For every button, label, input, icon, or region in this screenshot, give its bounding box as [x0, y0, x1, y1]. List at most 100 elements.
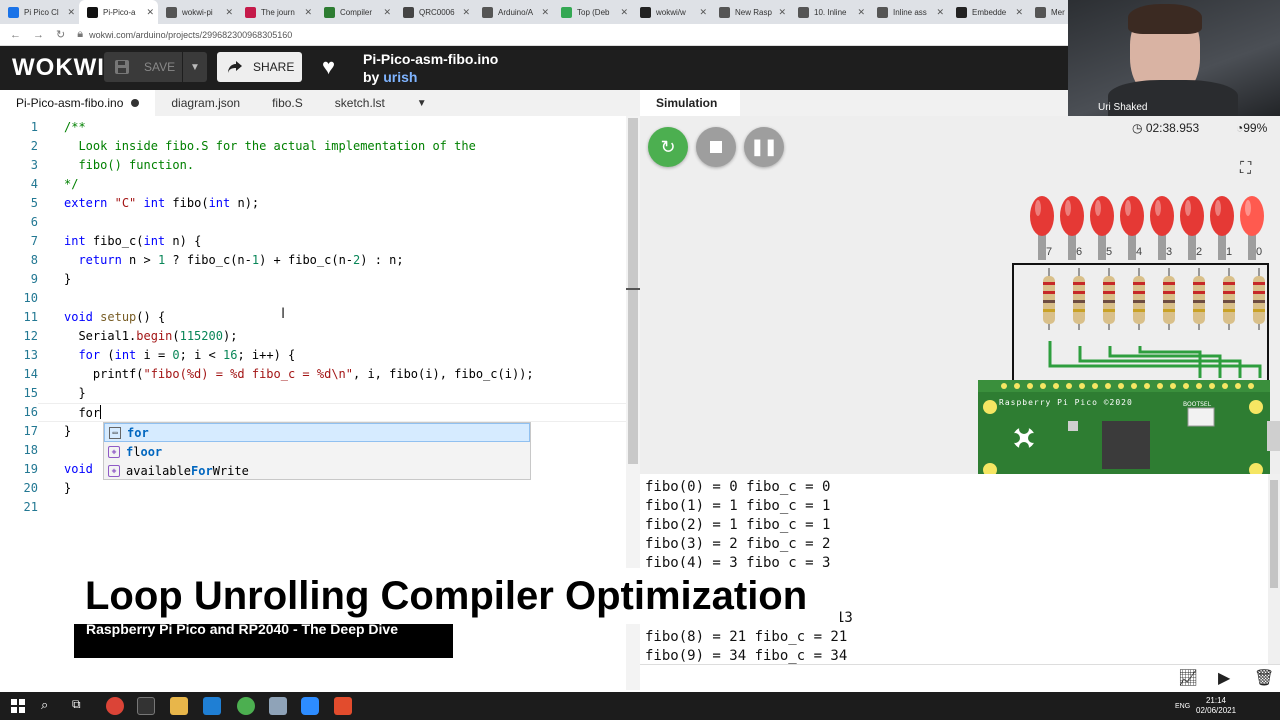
close-icon[interactable]: ✕	[462, 7, 470, 18]
folder-icon[interactable]	[170, 697, 188, 715]
tab-main-ino[interactable]: Pi-Pico-asm-fibo.ino	[0, 90, 156, 116]
browser-tab[interactable]: Top (Deb ✕	[553, 0, 632, 24]
terminal-icon[interactable]	[137, 697, 155, 715]
close-icon[interactable]: ✕	[146, 7, 154, 18]
chrome-icon[interactable]	[106, 697, 124, 715]
browser-tab-active[interactable]: Pi-Pico-a ✕	[79, 0, 158, 24]
board-pin	[1014, 383, 1020, 389]
board-pin	[1157, 383, 1163, 389]
stop-button[interactable]	[696, 127, 736, 167]
serial-scrollbar-thumb[interactable]	[1270, 480, 1278, 588]
tab-sketch-lst[interactable]: sketch.lst	[319, 90, 401, 116]
line-number: 6	[30, 215, 38, 229]
fullscreen-icon[interactable]: ⛶	[1240, 160, 1262, 182]
line-number: 5	[30, 196, 38, 210]
cube-icon: ◈	[108, 445, 120, 458]
clock-icon: ◷	[1132, 121, 1143, 135]
serial-line: fibo(1) = 1 fibo_c = 1	[645, 498, 831, 514]
close-icon[interactable]: ✕	[620, 7, 628, 18]
author-link[interactable]: urish	[383, 69, 417, 85]
led-pin-label: 3	[1166, 246, 1173, 258]
line-number: 12	[23, 329, 38, 343]
app-icon[interactable]	[334, 697, 352, 715]
browser-tab[interactable]: Embedde ✕	[948, 0, 1027, 24]
search-icon[interactable]: ⌕	[41, 697, 48, 713]
pause-button[interactable]: ❚❚	[744, 127, 784, 167]
browser-tab[interactable]: wokwi/w ✕	[632, 0, 711, 24]
board-pin	[1066, 383, 1072, 389]
url-field[interactable]: wokwi.com/arduino/projects/2996823009683…	[89, 30, 292, 40]
forward-icon[interactable]: →	[33, 29, 44, 41]
resistor	[1223, 268, 1235, 330]
task-view-icon[interactable]: ⧉	[72, 697, 81, 712]
board-pin	[1053, 383, 1059, 389]
close-icon[interactable]: ✕	[225, 7, 233, 18]
windows-start-icon[interactable]	[11, 699, 25, 713]
close-icon[interactable]: ✕	[778, 7, 786, 18]
browser-tab[interactable]: QRC0006 ✕	[395, 0, 474, 24]
cube-icon: ◈	[108, 464, 120, 477]
vscode-icon[interactable]	[203, 697, 221, 715]
back-icon[interactable]: ←	[10, 29, 21, 41]
board-pin	[1144, 383, 1150, 389]
serial-line: fibo(0) = 0 fibo_c = 0	[645, 479, 831, 495]
heart-icon[interactable]: ♥	[322, 54, 335, 80]
browser-tab[interactable]: 10. Inline ✕	[790, 0, 869, 24]
resistor	[1043, 268, 1055, 330]
trash-icon[interactable]: 🗑︎	[1254, 668, 1274, 688]
language-indicator[interactable]: ENG	[1175, 703, 1190, 710]
autocomplete-item[interactable]: ◈ f l oor	[104, 442, 530, 461]
close-icon[interactable]: ✕	[699, 7, 707, 18]
wokwi-logo[interactable]: WOKWI	[12, 54, 105, 82]
line-number: 11	[23, 310, 38, 324]
led-pin-label: 2	[1196, 246, 1203, 258]
network-app-icon[interactable]	[269, 697, 287, 715]
share-button[interactable]: SHARE	[217, 52, 302, 82]
close-icon[interactable]: ✕	[857, 7, 865, 18]
close-icon[interactable]: ✕	[1015, 7, 1023, 18]
taskbar-clock[interactable]: 21:14 02/06/2021	[1196, 696, 1236, 716]
github-icon	[640, 6, 651, 18]
tab-fibo-s[interactable]: fibo.S	[256, 90, 319, 116]
close-icon[interactable]: ✕	[67, 7, 75, 18]
browser-tab[interactable]: Compiler ✕	[316, 0, 395, 24]
browser-tab[interactable]: Pi Pico Cl ✕	[0, 0, 79, 24]
board-pin	[1001, 383, 1007, 389]
board-pin	[1079, 383, 1085, 389]
browser-tab[interactable]: New Rasp ✕	[711, 0, 790, 24]
browser-tab[interactable]: wokwi-pi ✕	[158, 0, 237, 24]
browser-tab[interactable]: Inline ass ✕	[869, 0, 948, 24]
browser-tab[interactable]: Arduino/A ✕	[474, 0, 553, 24]
editor-scrollbar-thumb[interactable]	[628, 118, 638, 464]
line-number: 2	[30, 139, 38, 153]
reload-icon[interactable]: ↻	[56, 28, 65, 41]
autocomplete-item[interactable]: ◈ available For Write	[104, 461, 530, 480]
autocomplete-item[interactable]: ▭ for	[104, 423, 530, 442]
tab-simulation[interactable]: Simulation	[640, 90, 740, 116]
restart-button[interactable]: ↻	[648, 127, 688, 167]
snippet-icon: ▭	[109, 426, 121, 439]
led-pin-label: 1	[1226, 246, 1233, 258]
code-line: /**	[64, 120, 86, 134]
close-icon[interactable]: ✕	[936, 7, 944, 18]
close-icon[interactable]: ✕	[541, 7, 549, 18]
simulation-canvas[interactable]	[640, 116, 1280, 477]
code-line: for	[78, 405, 102, 420]
browser-tab[interactable]: Mer	[1027, 0, 1067, 24]
save-dropdown-button[interactable]: ▼	[183, 52, 207, 82]
browser-tab[interactable]: The journ ✕	[237, 0, 316, 24]
zoom-icon[interactable]	[301, 697, 319, 715]
play-icon[interactable]: ▶	[1218, 668, 1230, 688]
close-icon[interactable]: ✕	[383, 7, 391, 18]
close-icon[interactable]: ✕	[304, 7, 312, 18]
chrome-alt-icon[interactable]	[237, 697, 255, 715]
webcam-name: Uri Shaked	[1098, 102, 1148, 113]
board-pin	[1222, 383, 1228, 389]
chart-icon[interactable]: 📈︎	[1178, 668, 1198, 688]
tab-diagram-json[interactable]: diagram.json	[155, 90, 256, 116]
bootsel-label: BOOTSEL	[1183, 401, 1212, 408]
stop-icon	[710, 141, 722, 153]
board-pin	[1105, 383, 1111, 389]
tabs-dropdown-icon[interactable]: ▼	[401, 90, 443, 116]
save-button[interactable]: SAVE	[104, 52, 182, 82]
